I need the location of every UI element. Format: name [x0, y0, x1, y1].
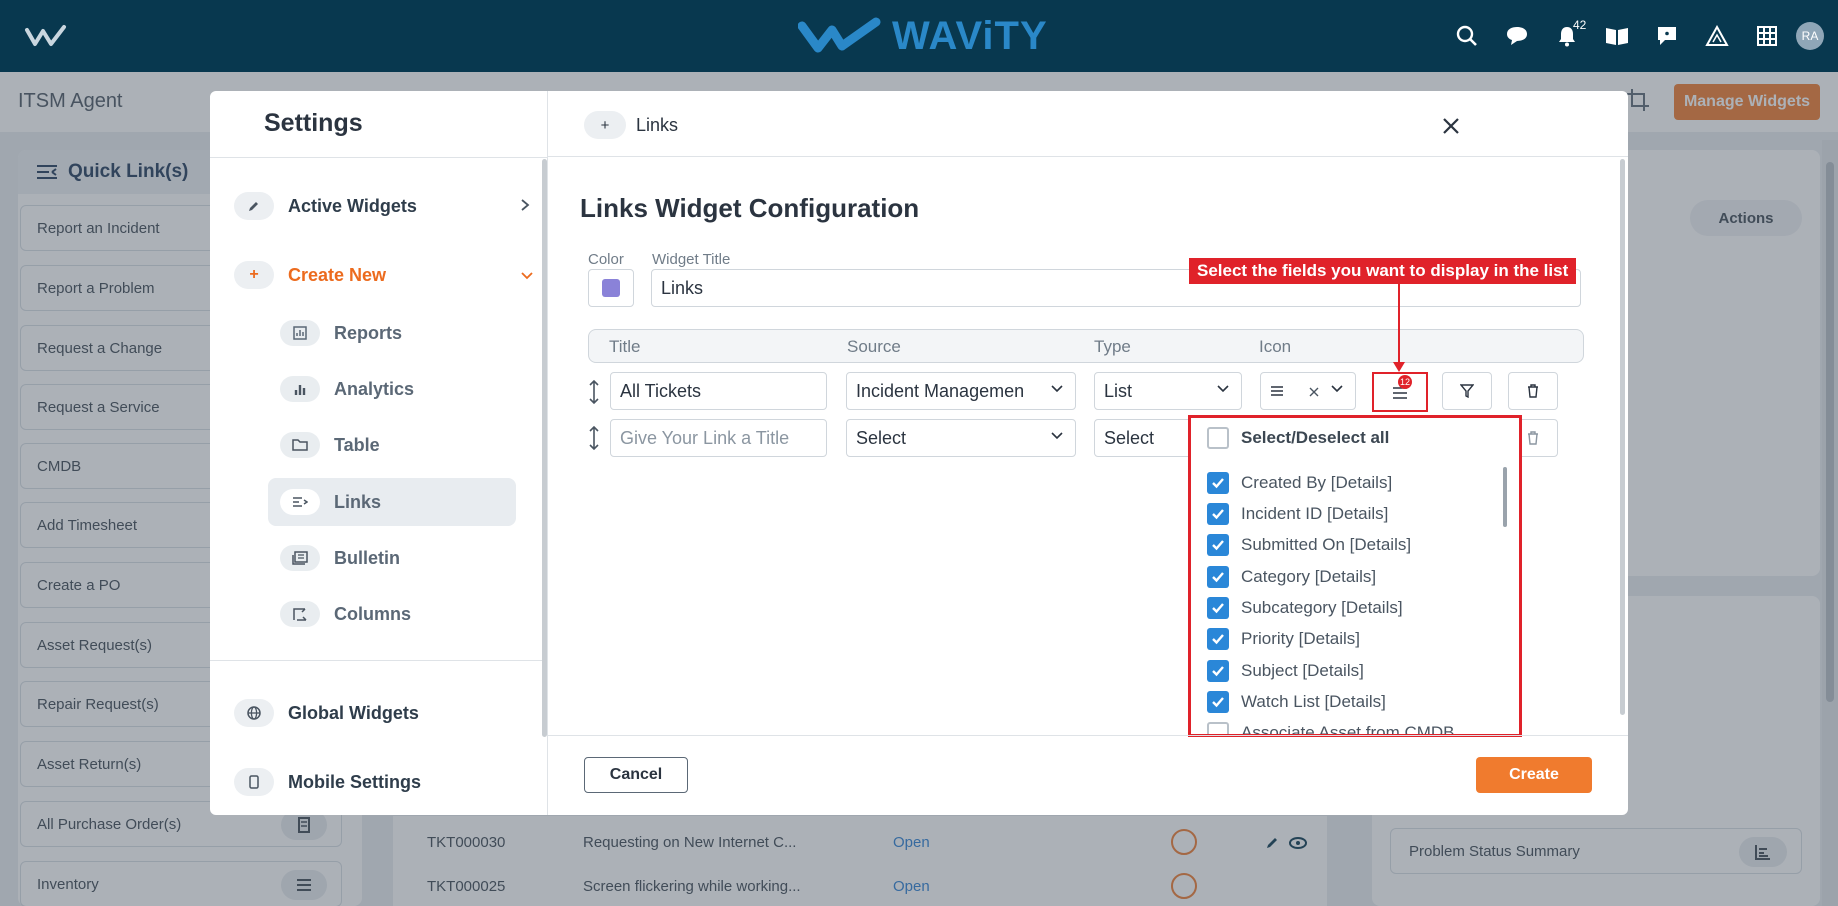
- notification-count: 42: [1573, 18, 1587, 32]
- search-icon[interactable]: [1442, 0, 1492, 72]
- link-title-input[interactable]: Give Your Link a Title: [610, 419, 827, 457]
- cancel-button[interactable]: Cancel: [584, 757, 688, 793]
- content-scrollbar[interactable]: [1620, 159, 1625, 715]
- globe-icon: [234, 699, 274, 727]
- chevron-down-icon: [1051, 432, 1063, 440]
- brand-wordmark: WAViTY: [892, 13, 1048, 58]
- links-table-header: Title Source Type Icon: [588, 329, 1584, 363]
- plus-icon: +: [584, 111, 626, 139]
- config-title: Links Widget Configuration: [580, 193, 920, 223]
- field-option[interactable]: Subject [Details]: [1207, 658, 1364, 684]
- link-title-input[interactable]: All Tickets: [610, 372, 827, 410]
- field-option[interactable]: Submitted On [Details]: [1207, 532, 1411, 558]
- drag-handle-icon[interactable]: [586, 425, 602, 451]
- color-swatch: [602, 279, 620, 297]
- filter-icon: [1460, 384, 1474, 398]
- alert-triangle-icon[interactable]: [1692, 0, 1742, 72]
- settings-title: Settings: [264, 109, 363, 137]
- checkbox-checked[interactable]: [1207, 534, 1229, 556]
- nav-reports[interactable]: Reports: [268, 309, 516, 357]
- nav-bulletin[interactable]: Bulletin: [268, 534, 516, 582]
- mobile-icon: [234, 768, 274, 796]
- callout-arrow: [1398, 284, 1400, 366]
- filter-button[interactable]: [1442, 372, 1492, 410]
- field-picker-dropdown: Select/Deselect all Created By [Details]…: [1188, 415, 1522, 737]
- checkbox[interactable]: [1207, 427, 1229, 449]
- checkbox-checked[interactable]: [1207, 597, 1229, 619]
- trash-icon: [1528, 384, 1538, 398]
- sidebar-scrollbar[interactable]: [542, 159, 547, 737]
- report-icon: [280, 320, 320, 346]
- create-button[interactable]: Create: [1476, 757, 1592, 793]
- settings-modal: Settings Active Widgets + Create New Rep…: [210, 91, 1628, 815]
- trash-icon: [1528, 431, 1538, 445]
- modal-footer: [548, 735, 1628, 815]
- clear-icon[interactable]: [1309, 387, 1319, 397]
- chevron-right-icon: [520, 196, 530, 217]
- select-all-checkbox[interactable]: Select/Deselect all: [1207, 425, 1389, 451]
- chat-icon[interactable]: [1492, 0, 1542, 72]
- color-picker[interactable]: [588, 269, 634, 307]
- nav-create-new[interactable]: + Create New: [234, 253, 534, 297]
- source-dropdown[interactable]: Incident Managemen: [846, 372, 1076, 410]
- source-dropdown[interactable]: Select: [846, 419, 1076, 457]
- pencil-icon: [234, 192, 274, 220]
- nav-mobile-settings[interactable]: Mobile Settings: [234, 760, 421, 804]
- checkbox-checked[interactable]: [1207, 472, 1229, 494]
- field-option[interactable]: Category [Details]: [1207, 564, 1376, 590]
- home-logo-icon[interactable]: [24, 22, 72, 50]
- bar-chart-icon: [280, 376, 320, 402]
- fields-count-badge: 12: [1398, 375, 1412, 389]
- apps-grid-icon[interactable]: [1742, 0, 1792, 72]
- field-option[interactable]: Created By [Details]: [1207, 470, 1392, 496]
- folder-icon: [280, 432, 320, 458]
- tooltip-callout: Select the fields you want to display in…: [1189, 258, 1577, 284]
- delete-row-button[interactable]: [1508, 372, 1558, 410]
- field-option[interactable]: Priority [Details]: [1207, 626, 1360, 652]
- chevron-down-icon: [1051, 385, 1063, 393]
- checkbox-checked[interactable]: [1207, 503, 1229, 525]
- checkbox-checked[interactable]: [1207, 628, 1229, 650]
- user-avatar[interactable]: RA: [1796, 22, 1824, 50]
- feedback-icon[interactable]: [1642, 0, 1692, 72]
- menu-lines-icon: [1271, 386, 1283, 396]
- checkbox-checked[interactable]: [1207, 691, 1229, 713]
- book-icon[interactable]: [1592, 0, 1642, 72]
- chevron-down-icon: [520, 265, 534, 286]
- brand-logo: WAViTY: [798, 10, 1048, 62]
- field-option[interactable]: Subcategory [Details]: [1207, 595, 1403, 621]
- checkbox-checked[interactable]: [1207, 660, 1229, 682]
- close-icon[interactable]: [1442, 111, 1460, 142]
- nav-active-widgets[interactable]: Active Widgets: [234, 184, 534, 228]
- color-label: Color: [588, 251, 624, 268]
- notifications-bell-icon[interactable]: 42: [1542, 0, 1592, 72]
- plus-icon: +: [234, 261, 274, 289]
- nav-columns[interactable]: Columns: [268, 590, 516, 638]
- drag-handle-icon[interactable]: [586, 379, 602, 405]
- settings-sidebar: Settings Active Widgets + Create New Rep…: [210, 91, 548, 815]
- columns-icon: [280, 601, 320, 627]
- nav-table[interactable]: Table: [268, 421, 516, 469]
- nav-links[interactable]: Links: [268, 478, 516, 526]
- links-icon: [280, 489, 320, 515]
- chevron-down-icon: [1217, 385, 1229, 393]
- widget-title-label: Widget Title: [652, 251, 731, 268]
- picker-scrollbar[interactable]: [1503, 467, 1507, 527]
- tab-links[interactable]: + Links: [584, 111, 678, 139]
- top-navbar: WAViTY 42 RA: [0, 0, 1838, 72]
- chevron-down-icon: [1331, 385, 1343, 393]
- nav-analytics[interactable]: Analytics: [268, 365, 516, 413]
- field-option[interactable]: Watch List [Details]: [1207, 689, 1386, 715]
- content-header: + Links: [548, 91, 1628, 157]
- nav-global-widgets[interactable]: Global Widgets: [234, 691, 419, 735]
- field-option[interactable]: Incident ID [Details]: [1207, 501, 1388, 527]
- checkbox-checked[interactable]: [1207, 566, 1229, 588]
- icon-dropdown[interactable]: [1260, 372, 1356, 410]
- brand-mark-icon: [798, 17, 881, 53]
- bulletin-icon: [280, 545, 320, 571]
- type-dropdown[interactable]: List: [1094, 372, 1242, 410]
